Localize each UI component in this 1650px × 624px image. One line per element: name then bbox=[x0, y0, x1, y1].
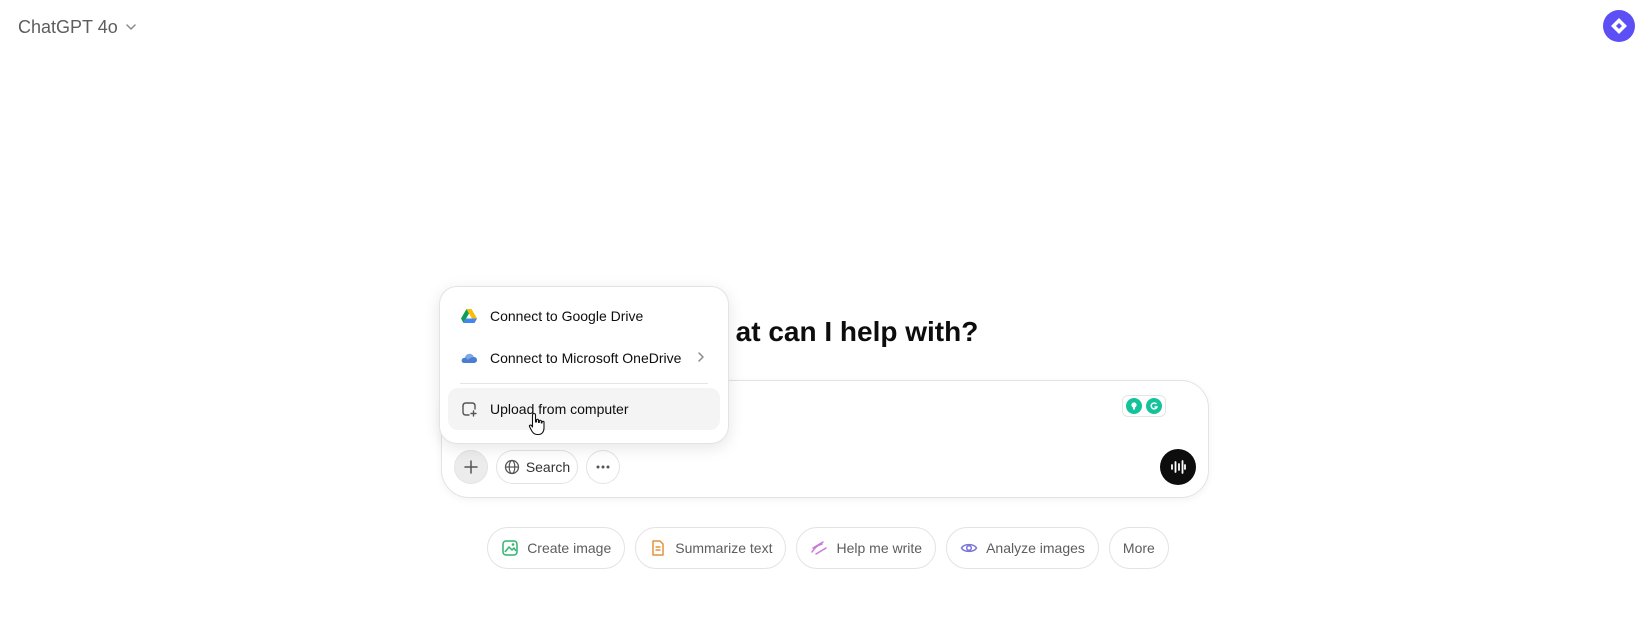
connect-onedrive-item[interactable]: Connect to Microsoft OneDrive bbox=[448, 337, 720, 379]
upload-file-icon bbox=[462, 402, 477, 417]
chevron-down-icon bbox=[125, 24, 136, 30]
connect-google-drive-item[interactable]: Connect to Google Drive bbox=[448, 295, 720, 337]
menu-divider bbox=[460, 383, 708, 384]
voice-mode-button[interactable] bbox=[1160, 449, 1196, 485]
page-headline: at can I help with? bbox=[735, 316, 979, 347]
lightbulb-icon bbox=[1126, 398, 1142, 414]
extension-diamond-icon[interactable] bbox=[1603, 10, 1635, 42]
model-name: ChatGPT 4o bbox=[18, 16, 118, 37]
globe-icon bbox=[504, 459, 519, 475]
search-button[interactable]: Search bbox=[496, 450, 578, 484]
eye-icon bbox=[960, 543, 978, 553]
onedrive-icon bbox=[461, 353, 477, 363]
chevron-right-icon bbox=[698, 352, 704, 362]
more-suggestions-chip[interactable]: More bbox=[1108, 527, 1169, 569]
model-switcher[interactable]: ChatGPT 4o bbox=[12, 12, 144, 42]
document-icon bbox=[652, 540, 664, 556]
image-icon bbox=[502, 540, 518, 556]
attach-button[interactable] bbox=[454, 450, 488, 484]
suggestion-chips: Create image Summarize text Help me writ… bbox=[0, 527, 1650, 569]
attach-menu: Connect to Google Drive Connect to Micro… bbox=[439, 286, 729, 444]
help-me-write-chip[interactable]: Help me write bbox=[796, 527, 937, 569]
plus-icon bbox=[464, 460, 478, 474]
grammarly-widget[interactable] bbox=[1122, 395, 1166, 417]
grammarly-icon bbox=[1146, 398, 1162, 414]
upload-from-computer-item[interactable]: Upload from computer bbox=[448, 388, 720, 430]
hand-cursor-icon bbox=[528, 412, 545, 436]
create-image-chip[interactable]: Create image bbox=[487, 527, 626, 569]
google-drive-icon bbox=[461, 309, 477, 323]
more-tools-button[interactable] bbox=[586, 450, 620, 484]
voice-waveform-icon bbox=[1171, 460, 1186, 474]
summarize-text-chip[interactable]: Summarize text bbox=[635, 527, 787, 569]
search-label: Search bbox=[525, 459, 571, 475]
pen-icon bbox=[811, 541, 828, 555]
ellipsis-icon bbox=[596, 465, 610, 469]
analyze-images-chip[interactable]: Analyze images bbox=[946, 527, 1099, 569]
